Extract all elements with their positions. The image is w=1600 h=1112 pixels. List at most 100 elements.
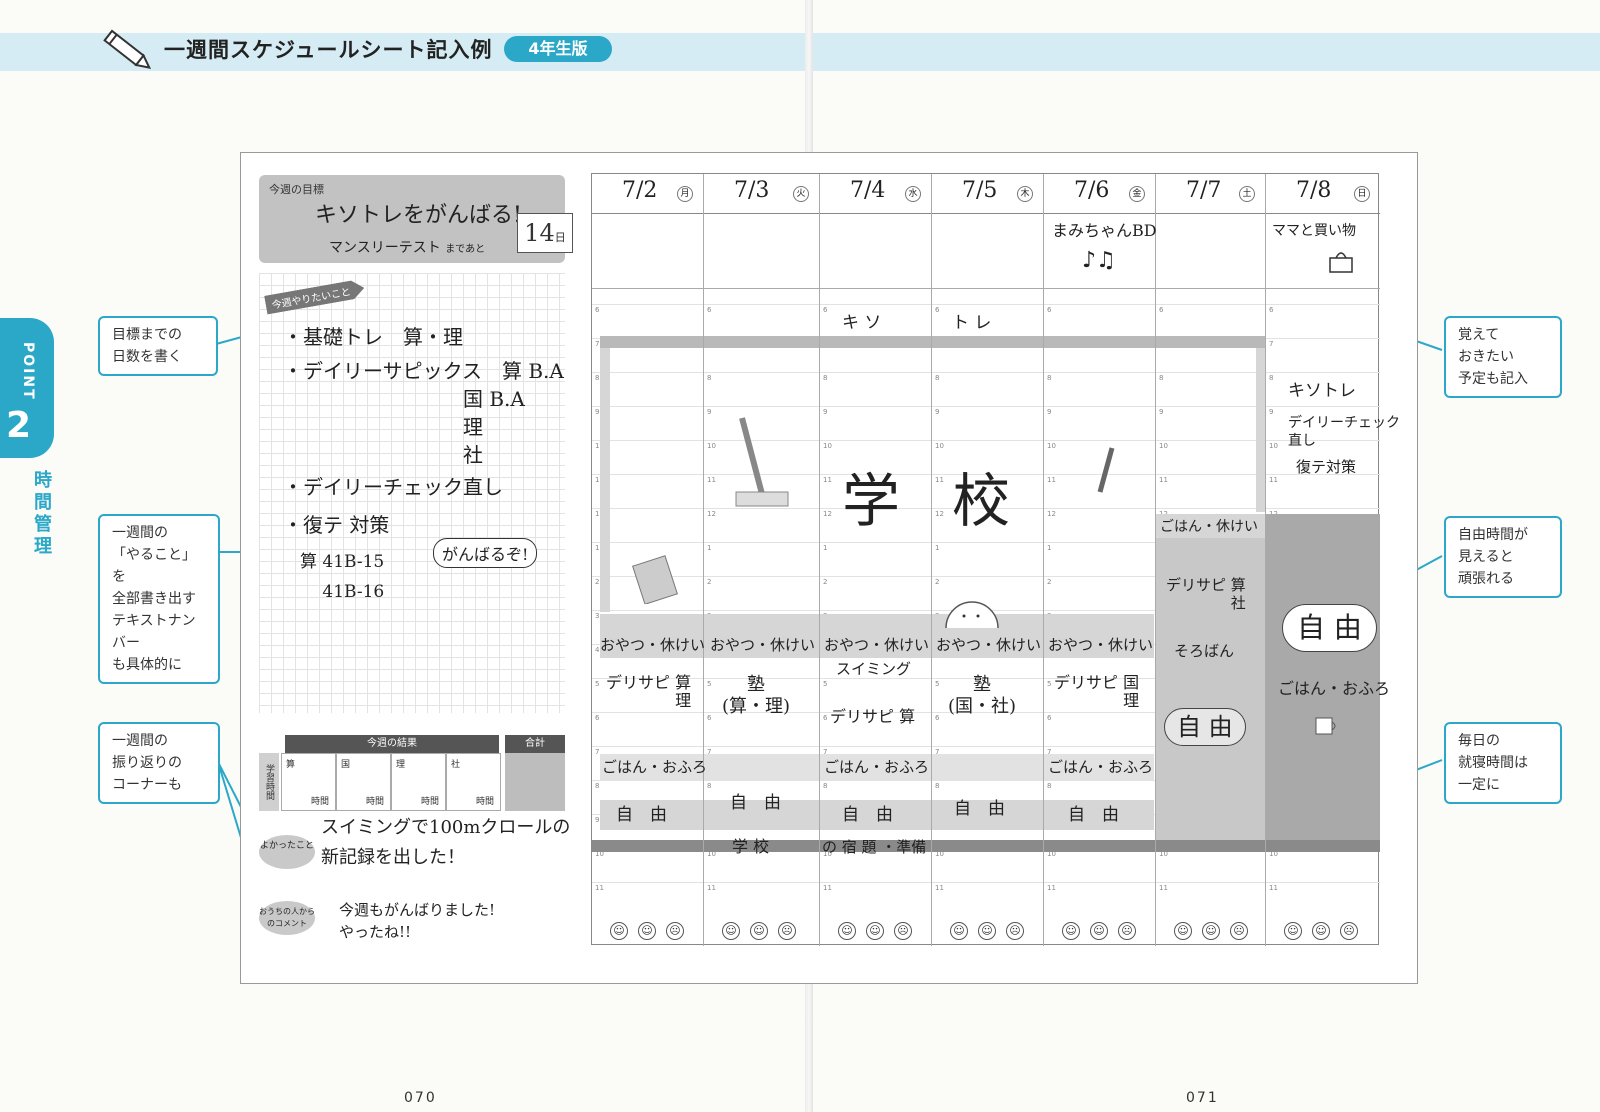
week-calendar: 6666666777777788888889999999101010101010…: [591, 173, 1400, 946]
sun-free: 自 由: [1282, 604, 1377, 652]
pencil-icon: [103, 29, 152, 70]
results-total-cell: [505, 753, 565, 811]
sun-event: ママと買い物: [1272, 223, 1356, 239]
smile-face-icon[interactable]: ☺: [1174, 922, 1192, 940]
day-header-wed: 7/4 水: [820, 174, 931, 214]
shopping-bag-icon: [1329, 252, 1353, 273]
goal-sub: マンスリーテスト まであと: [329, 240, 486, 256]
fri-meal: ごはん・おふろ: [1048, 758, 1154, 776]
smile-face-icon[interactable]: ☺: [950, 922, 968, 940]
point-tab: POINT 2: [0, 318, 54, 458]
goal-label: 今週の目標: [269, 183, 324, 196]
point-label: POINT: [20, 342, 36, 401]
page-number-right: 071: [1186, 1090, 1219, 1106]
wed-free: 自 由: [842, 805, 893, 825]
days-unit: 日: [554, 231, 566, 244]
good-bubble: よかったこと: [259, 835, 315, 869]
callout-write-all: 一週間の 「やること」を 全部書き出す テキストナンバー も具体的に: [98, 514, 220, 684]
results-total-header: 合計: [505, 735, 565, 753]
day-column-sat: 7/7 土: [1156, 174, 1266, 946]
smile-face-icon[interactable]: ☺: [722, 922, 740, 940]
wed-homework-prep: の 宿 題 ・準備: [822, 838, 927, 856]
sun-meal: ごはん・おふろ: [1278, 679, 1391, 698]
goal-text: キソトレをがんばる!: [315, 203, 522, 228]
sad-face-icon[interactable]: ☹: [1230, 922, 1248, 940]
sat-sapix: デリサピ 算 社: [1166, 576, 1246, 612]
todo-item-4: ・復テ 対策: [283, 513, 390, 537]
schedule-sheet: 今週の目標 キソトレをがんばる! マンスリーテスト まであと 14日 今週やりた…: [240, 152, 1418, 984]
day-column-tue: 7/3 火: [704, 174, 820, 946]
smile-face-icon[interactable]: ☺: [978, 922, 996, 940]
wed-snack: おやつ・休けい: [824, 636, 930, 654]
page-number-left: 070: [404, 1090, 437, 1106]
wed-meal: ごはん・おふろ: [824, 758, 930, 776]
day-header-tue: 7/3 火: [704, 174, 819, 214]
sad-face-icon[interactable]: ☹: [666, 922, 684, 940]
smiley-sun-icon: [945, 601, 999, 628]
results-header: 今週の結果: [285, 735, 499, 753]
sun-kiso: キソトレ: [1288, 381, 1356, 401]
day-header-sat: 7/7 土: [1156, 174, 1265, 214]
music-note-icon: ♪♫: [1082, 248, 1116, 273]
event-lane-line: [592, 288, 1380, 289]
days-left-value: 14: [524, 219, 555, 247]
todo-item-5: 算 41B-15 41B-16: [299, 552, 385, 602]
sad-face-icon[interactable]: ☹: [894, 922, 912, 940]
smile-face-icon[interactable]: ☺: [1202, 922, 1220, 940]
thu-snack: おやつ・休けい: [936, 636, 1042, 654]
kiso-label: キ ソ: [842, 313, 882, 333]
point-number: 2: [6, 405, 32, 446]
todo-item-1: ・基礎トレ 算・理: [283, 325, 463, 349]
fri-event: まみちゃんBD: [1052, 221, 1157, 240]
fri-sapix: デリサピ 国 理: [1054, 673, 1140, 710]
result-cell-social: 社時間: [446, 753, 501, 811]
sat-meal: ごはん・休けい: [1160, 519, 1258, 535]
smile-face-icon[interactable]: ☺: [1090, 922, 1108, 940]
family-bubble: おうちの人からのコメント: [259, 901, 315, 935]
book-icon: [632, 555, 678, 604]
sad-face-icon[interactable]: ☹: [1118, 922, 1136, 940]
thu-juku: 塾 (国・社): [948, 674, 1017, 717]
result-cell-math: 算時間: [281, 753, 336, 811]
smile-face-icon[interactable]: ☺: [750, 922, 768, 940]
day-header-fri: 7/6 金: [1044, 174, 1155, 214]
wed-swim: スイミング: [836, 660, 912, 678]
callout-plans: 覚えて おきたい 予定も記入: [1444, 316, 1562, 398]
sad-face-icon[interactable]: ☹: [1006, 922, 1024, 940]
smile-face-icon[interactable]: ☺: [610, 922, 628, 940]
day-column-wed: 7/4 水: [820, 174, 932, 946]
smile-face-icon[interactable]: ☺: [1062, 922, 1080, 940]
school-label-1: 学: [842, 467, 901, 535]
result-cell-science: 理時間: [391, 753, 446, 811]
sun-fukute: 復テ対策: [1296, 458, 1357, 476]
fri-snack: おやつ・休けい: [1048, 636, 1154, 654]
days-left-box: 14日: [517, 213, 573, 253]
mon-sapix: デリサピ 算 理: [606, 673, 692, 710]
tue-school-prep: 学 校: [732, 837, 770, 856]
tue-free: 自 由: [730, 793, 781, 813]
sun-check: デイリーチェック 直し: [1288, 415, 1400, 449]
tue-snack: おやつ・休けい: [710, 636, 816, 654]
day-column-thu: 7/5 木: [932, 174, 1044, 946]
day-column-sun: 7/8 日: [1266, 174, 1380, 946]
cup-icon: [1315, 717, 1336, 735]
results-table: 今週の結果 合計 学習時間 算時間 国時間 理時間 社時間: [259, 735, 565, 811]
family-text: 今週もがんばりました! やったね!!: [339, 901, 496, 941]
sat-soroban: そろばん: [1174, 642, 1235, 660]
day-header-thu: 7/5 木: [932, 174, 1043, 214]
broom-icon: [735, 417, 789, 507]
result-cell-japanese: 国時間: [336, 753, 391, 811]
smile-face-icon[interactable]: ☺: [866, 922, 884, 940]
smile-face-icon[interactable]: ☺: [1284, 922, 1302, 940]
tue-juku: 塾 (算・理): [722, 674, 791, 717]
sat-free: 自 由: [1164, 708, 1246, 746]
mon-free: 自 由: [616, 805, 667, 825]
smile-face-icon[interactable]: ☺: [638, 922, 656, 940]
sad-face-icon[interactable]: ☹: [1340, 922, 1358, 940]
callout-reflection: 一週間の 振り返りの コーナーも: [98, 722, 220, 804]
callout-days-left: 目標までの 日数を書く: [98, 316, 218, 376]
smile-face-icon[interactable]: ☺: [838, 922, 856, 940]
smile-face-icon[interactable]: ☺: [1312, 922, 1330, 940]
sad-face-icon[interactable]: ☹: [778, 922, 796, 940]
day-column-fri: 7/6 金: [1044, 174, 1156, 946]
